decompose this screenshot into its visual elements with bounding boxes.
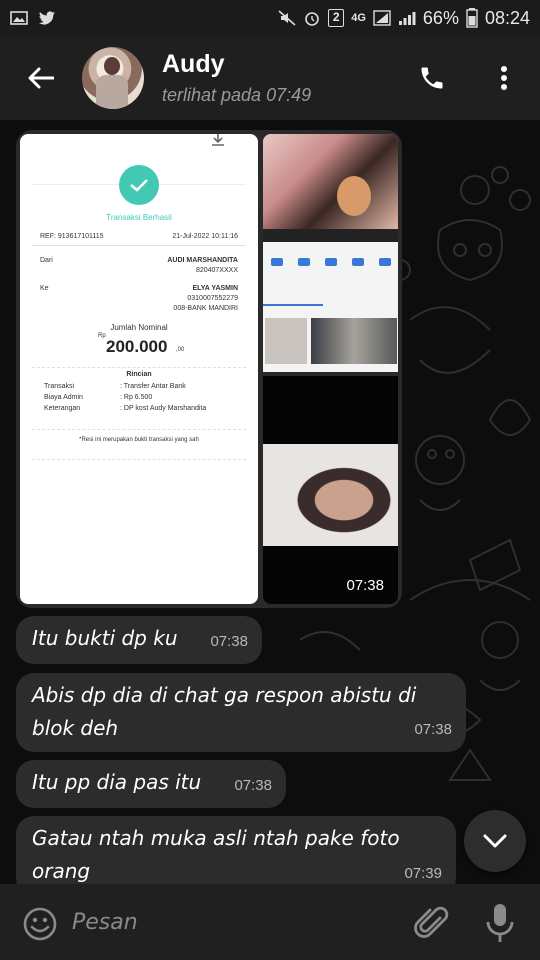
clock: 08:24 [484,7,530,28]
receipt-divider [32,429,246,430]
sim-badge: 2 [328,9,345,27]
message-bubble[interactable]: Abis dp dia di chat ga respon abistu di … [16,673,466,752]
chevron-down-icon [483,834,507,848]
microphone-icon[interactable] [484,902,516,944]
message-text: Abis dp dia di chat ga respon abistu di … [32,683,417,740]
battery-percent: 66% [422,7,459,28]
profile-actions [263,250,398,274]
more-vertical-icon [501,66,507,90]
receipt-row-label: Biaya Admin [44,394,83,401]
message-time: 07:38 [414,721,452,738]
receipt-divider [32,459,246,460]
twitter-notification-icon [39,11,55,25]
message-bubble[interactable]: Itu pp dia pas itu 07:38 [16,760,286,808]
back-button[interactable] [0,36,82,120]
network-type: 4G [351,12,366,24]
profile-media-2 [311,318,397,364]
mute-icon [278,10,296,26]
profile-photo-image[interactable] [263,376,398,604]
scroll-to-bottom-button[interactable] [464,810,526,872]
profile-media-1 [265,318,307,364]
message-time: 07:38 [234,777,272,794]
last-seen-status: terlihat pada 07:49 [162,85,312,105]
profile-bar [263,229,398,242]
phone-icon [421,67,443,89]
voice-call-button[interactable] [412,58,452,98]
success-check-icon [119,165,159,205]
receipt-card: Transaksi Berhasil REF: 913617101115 21-… [32,165,246,462]
message-text: Itu pp dia pas itu [32,770,202,794]
receipt-date: 21-Jul-2022 10:11:16 [172,233,238,240]
download-icon [212,134,224,146]
receipt-row-value: : Transfer Antar Bank [120,383,186,390]
photo-selfie [263,134,398,229]
back-arrow-icon [28,67,54,89]
receipt-to-name: ELYA YASMIN [192,285,238,292]
status-bar: 2 4G 66% 08:24 [0,0,540,36]
profile-tabs [263,304,323,306]
receipt-row-value: : DP kost Audy Marshandita [120,405,207,412]
receipt-amount-decimals: ,00 [176,347,185,353]
signal-bars-icon [398,12,416,25]
photo-figurine [337,176,371,216]
receipt-amount-label: Jumlah Nominal [110,323,168,332]
receipt-divider [32,367,246,368]
emoji-icon[interactable] [22,906,58,942]
receipt-from-name: AUDI MARSHANDITA [167,257,238,264]
receipt-ref: REF: 913617101115 [40,233,104,240]
receipt-to-bank: 008-BANK MANDIRI [173,305,238,312]
transfer-receipt-image[interactable]: Transaksi Berhasil REF: 913617101115 21-… [20,134,258,604]
chat-header: Audy terlihat pada 07:49 [0,36,540,120]
receipt-row-label: Keterangan [44,405,81,412]
contact-info[interactable]: Audy terlihat pada 07:49 [162,50,311,106]
receipt-to-account: 0310007552279 [187,295,238,302]
overflow-menu-button[interactable] [488,58,520,98]
receipt-amount: 200.000 [106,337,168,356]
receipt-from-account: 820407XXXX [195,267,238,274]
media-timestamp: 07:38 [346,577,384,594]
gallery-notification-icon [10,11,28,25]
message-list[interactable]: Transaksi Berhasil REF: 913617101115 21-… [0,120,540,884]
media-message-group[interactable]: Transaksi Berhasil REF: 913617101115 21-… [16,130,402,608]
message-time: 07:39 [404,865,442,882]
receipt-row-value: : Rp 6.500 [120,394,153,401]
receipt-currency: Rp [98,333,106,339]
alarm-icon [305,12,320,26]
message-time: 07:38 [210,633,248,650]
message-input[interactable] [72,902,392,942]
receipt-to-label: Ke [40,285,49,292]
receipt-from-label: Dari [40,257,53,264]
receipt-status: Transaksi Berhasil [106,213,172,222]
message-text: Itu bukti dp ku [32,626,178,650]
receipt-divider [32,245,246,246]
message-composer [0,884,540,960]
attach-icon[interactable] [414,904,450,942]
profile-screenshot-image[interactable] [263,134,398,372]
message-text: Gatau ntah muka asli ntah pake foto oran… [32,826,400,883]
photo-portrait [263,444,398,546]
receipt-details-label: Rincian [126,371,152,378]
receipt-row-label: Transaksi [44,383,75,390]
contact-avatar[interactable] [82,47,144,109]
battery-icon [466,8,478,28]
receipt-footer: *Resi ini merupakan bukti transaksi yang… [79,437,199,443]
signal-icon [373,10,391,26]
contact-name: Audy [162,50,225,78]
message-bubble[interactable]: Gatau ntah muka asli ntah pake foto oran… [16,816,456,884]
message-bubble[interactable]: Itu bukti dp ku 07:38 [16,616,262,664]
